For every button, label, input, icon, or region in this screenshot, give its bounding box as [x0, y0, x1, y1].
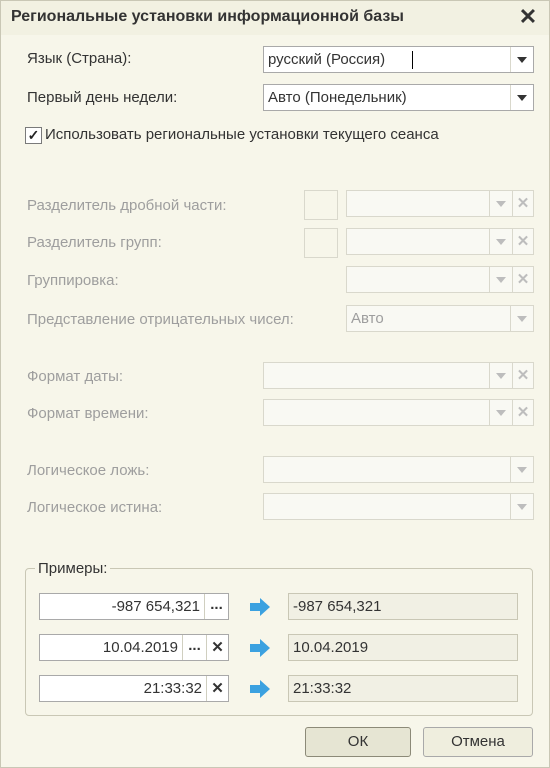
example-time-clear-icon[interactable]: ✕ [206, 676, 228, 701]
negative-numbers-dropdown-icon [510, 306, 533, 331]
example-time-input[interactable]: 21:33:32 ✕ [39, 675, 229, 702]
time-format-select: ✕ [263, 399, 534, 426]
decimal-separator-select: ✕ [346, 190, 534, 217]
language-label: Язык (Страна): [27, 50, 132, 67]
use-session-label: Использовать региональные установки теку… [45, 126, 439, 143]
negative-numbers-select: Авто [346, 305, 534, 332]
group-separator-dropdown-icon [489, 229, 512, 254]
grouping-clear-icon: ✕ [512, 267, 533, 292]
example-date-select-button[interactable]: ... [182, 635, 206, 660]
decimal-separator-label: Разделитель дробной части: [27, 197, 227, 214]
language-value: русский (Россия) [268, 51, 386, 68]
example-number-input[interactable]: -987 654,321 ... [39, 593, 229, 620]
time-format-label: Формат времени: [27, 405, 149, 422]
grouping-dropdown-icon [489, 267, 512, 292]
decimal-separator-clear-icon: ✕ [512, 191, 533, 216]
window-title: Региональные установки информационной ба… [11, 8, 404, 25]
example-date-input[interactable]: 10.04.2019 ... ✕ [39, 634, 229, 661]
group-separator-char-box [304, 228, 338, 258]
bool-false-label: Логическое ложь: [27, 462, 150, 479]
first-day-dropdown-icon[interactable] [510, 85, 533, 110]
time-format-clear-icon: ✕ [512, 400, 533, 425]
example-date-output-value: 10.04.2019 [293, 639, 369, 656]
date-format-select: ✕ [263, 362, 534, 389]
example-number-select-button[interactable]: ... [204, 594, 228, 619]
example-date-value: 10.04.2019 [102, 639, 178, 656]
use-session-checkbox[interactable]: ✓ [25, 127, 42, 144]
negative-numbers-value: Авто [351, 310, 384, 327]
date-format-label: Формат даты: [27, 368, 124, 385]
example-date-clear-icon[interactable]: ✕ [206, 635, 228, 660]
text-cursor [412, 51, 413, 69]
arrow-right-icon [250, 598, 270, 616]
ok-button[interactable]: ОК [305, 727, 411, 757]
example-number-output: -987 654,321 [288, 593, 518, 620]
group-separator-select: ✕ [346, 228, 534, 255]
example-date-output: 10.04.2019 [288, 634, 518, 661]
example-time-output-value: 21:33:32 [293, 680, 352, 697]
example-time-output: 21:33:32 [288, 675, 518, 702]
time-format-dropdown-icon [489, 400, 512, 425]
language-select[interactable]: русский (Россия) [263, 46, 534, 73]
bool-true-dropdown-icon [510, 494, 533, 519]
bool-false-dropdown-icon [510, 457, 533, 482]
first-day-value: Авто (Понедельник) [268, 89, 407, 106]
date-format-dropdown-icon [489, 363, 512, 388]
title-bar: Региональные установки информационной ба… [1, 1, 549, 35]
first-day-select[interactable]: Авто (Понедельник) [263, 84, 534, 111]
group-separator-label: Разделитель групп: [27, 234, 162, 251]
cancel-button[interactable]: Отмена [423, 727, 533, 757]
bool-false-select [263, 456, 534, 483]
grouping-select: ✕ [346, 266, 534, 293]
bool-true-select [263, 493, 534, 520]
close-button[interactable]: ✕ [517, 6, 539, 28]
arrow-right-icon [250, 680, 270, 698]
date-format-clear-icon: ✕ [512, 363, 533, 388]
language-dropdown-icon[interactable] [510, 47, 533, 72]
decimal-separator-dropdown-icon [489, 191, 512, 216]
bool-true-label: Логическое истина: [27, 499, 163, 516]
example-time-value: 21:33:32 [143, 680, 202, 697]
group-separator-clear-icon: ✕ [512, 229, 533, 254]
first-day-label: Первый день недели: [27, 89, 178, 106]
grouping-label: Группировка: [27, 272, 119, 289]
dialog-window: Региональные установки информационной ба… [0, 0, 550, 768]
examples-title: Примеры: [35, 560, 111, 577]
example-number-output-value: -987 654,321 [293, 598, 382, 615]
example-number-value: -987 654,321 [111, 598, 200, 615]
decimal-separator-char-box [304, 190, 338, 220]
negative-numbers-label: Представление отрицательных чисел: [27, 311, 294, 328]
arrow-right-icon [250, 639, 270, 657]
